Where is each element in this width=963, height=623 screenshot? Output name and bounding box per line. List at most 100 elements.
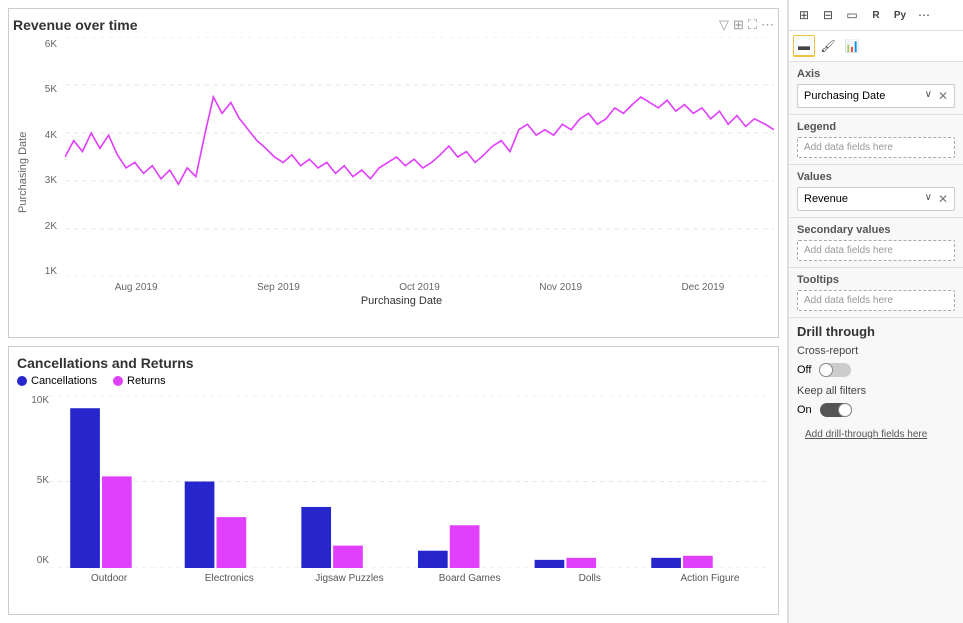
drill-through-section: Drill through Cross-report Off Keep all … bbox=[789, 318, 963, 450]
y-tick-5k: 5K bbox=[29, 84, 61, 95]
legend-section: Legend Add data fields here bbox=[789, 115, 963, 165]
values-field-label: Revenue bbox=[804, 193, 848, 205]
cross-report-state-label: Off bbox=[797, 364, 811, 376]
outdoor-returns-bar bbox=[102, 476, 132, 568]
panel-toolbar-row2: ▬ 🖌 📊 bbox=[789, 31, 963, 62]
bar-plot: Outdoor Electronics Jigsaw Puzzles Board… bbox=[49, 395, 770, 586]
y-tick-1k: 1K bbox=[29, 266, 61, 277]
keep-filters-toggle-track[interactable] bbox=[820, 403, 852, 417]
legend-title: Legend bbox=[797, 121, 955, 133]
x-tick-sep: Sep 2019 bbox=[257, 282, 300, 293]
bar-chart-title: Cancellations and Returns bbox=[17, 355, 770, 371]
tooltips-section: Tooltips Add data fields here bbox=[789, 268, 963, 318]
x-axis: Aug 2019 Sep 2019 Oct 2019 Nov 2019 Dec … bbox=[65, 282, 774, 293]
x-label-jigsaw: Jigsaw Puzzles bbox=[289, 573, 409, 584]
tooltips-title: Tooltips bbox=[797, 274, 955, 286]
analytics-icon[interactable]: 📊 bbox=[841, 35, 863, 57]
dolls-cancellations-bar bbox=[535, 560, 565, 568]
more-tools-icon[interactable]: ⋯ bbox=[913, 4, 935, 26]
y-tick-2k: 2K bbox=[29, 221, 61, 232]
secondary-values-placeholder[interactable]: Add data fields here bbox=[797, 240, 955, 261]
values-section: Values Revenue ∨ ✕ bbox=[789, 165, 963, 218]
x-tick-oct: Oct 2019 bbox=[399, 282, 440, 293]
py-icon[interactable]: Py bbox=[889, 4, 911, 26]
values-chevron-icon[interactable]: ∨ bbox=[925, 192, 932, 206]
drill-through-title: Drill through bbox=[797, 324, 955, 339]
secondary-values-section: Secondary values Add data fields here bbox=[789, 218, 963, 268]
panel-toolbar-row1: ⊞ ⊟ ▭ R Py ⋯ bbox=[789, 0, 963, 31]
tooltips-placeholder[interactable]: Add data fields here bbox=[797, 290, 955, 311]
bar-chart-icon[interactable]: ▬ bbox=[793, 35, 815, 57]
cross-report-toggle-track[interactable] bbox=[819, 363, 851, 377]
jigsaw-cancellations-bar bbox=[301, 507, 331, 568]
add-drill-fields[interactable]: Add drill-through fields here bbox=[797, 425, 955, 444]
r-icon[interactable]: R bbox=[865, 4, 887, 26]
y-tick-6k: 6K bbox=[29, 39, 61, 50]
bar-svg bbox=[49, 395, 770, 568]
expand-icon[interactable]: ⛶ bbox=[748, 17, 757, 33]
more-icon[interactable]: ⋯ bbox=[761, 17, 774, 33]
x-label-boardgames: Board Games bbox=[410, 573, 530, 584]
chart-header: Revenue over time ▽ ⊞ ⛶ ⋯ bbox=[13, 17, 774, 33]
electronics-returns-bar bbox=[217, 517, 247, 568]
revenue-chart-title: Revenue over time bbox=[13, 17, 138, 33]
axis-field-label: Purchasing Date bbox=[804, 90, 885, 102]
chart-inner: 6K 5K 4K 3K 2K 1K bbox=[29, 37, 774, 307]
boardgames-returns-bar bbox=[450, 525, 480, 568]
cancellations-label: Cancellations bbox=[31, 375, 97, 387]
bar-y-axis: 10K 5K 0K bbox=[17, 395, 49, 586]
cross-report-toggle-thumb bbox=[819, 363, 833, 377]
values-remove-icon[interactable]: ✕ bbox=[938, 192, 948, 206]
right-panel: ⊞ ⊟ ▭ R Py ⋯ ▬ 🖌 📊 Axis Purchasing Date … bbox=[788, 0, 963, 623]
returns-label: Returns bbox=[127, 375, 166, 387]
legend-placeholder[interactable]: Add data fields here bbox=[797, 137, 955, 158]
revenue-chart: Revenue over time ▽ ⊞ ⛶ ⋯ Purchasing Dat… bbox=[8, 8, 779, 338]
electronics-cancellations-bar bbox=[185, 482, 215, 569]
axis-section: Axis Purchasing Date ∨ ✕ bbox=[789, 62, 963, 115]
axis-remove-icon[interactable]: ✕ bbox=[938, 89, 948, 103]
bar-y-tick-5k: 5K bbox=[17, 475, 49, 486]
values-field-box: Revenue ∨ ✕ bbox=[797, 187, 955, 211]
bar-x-labels: Outdoor Electronics Jigsaw Puzzles Board… bbox=[49, 571, 770, 584]
boardgames-cancellations-bar bbox=[418, 551, 448, 568]
paint-icon[interactable]: 🖌 bbox=[817, 35, 839, 57]
returns-dot bbox=[113, 376, 123, 386]
main-content: Revenue over time ▽ ⊞ ⛶ ⋯ Purchasing Dat… bbox=[0, 0, 788, 623]
bar-y-tick-0k: 0K bbox=[17, 555, 49, 566]
keep-filters-label: Keep all filters bbox=[797, 385, 866, 397]
y-axis-ticks: 6K 5K 4K 3K 2K 1K bbox=[29, 37, 61, 277]
matrix-icon[interactable]: ⊟ bbox=[817, 4, 839, 26]
dolls-returns-bar bbox=[566, 558, 596, 568]
focus-icon[interactable]: ⊞ bbox=[733, 17, 744, 33]
card-icon[interactable]: ▭ bbox=[841, 4, 863, 26]
cancellations-dot bbox=[17, 376, 27, 386]
legend-cancellations: Cancellations bbox=[17, 375, 97, 387]
table-icon[interactable]: ⊞ bbox=[793, 4, 815, 26]
secondary-values-title: Secondary values bbox=[797, 224, 955, 236]
keep-filters-toggle-thumb bbox=[838, 403, 852, 417]
actionfigure-returns-bar bbox=[683, 556, 713, 568]
jigsaw-returns-bar bbox=[333, 546, 363, 568]
outdoor-cancellations-bar bbox=[70, 408, 100, 568]
bar-y-tick-10k: 10K bbox=[17, 395, 49, 406]
y-tick-3k: 3K bbox=[29, 175, 61, 186]
y-axis-label: Purchasing Date bbox=[13, 37, 29, 307]
x-tick-aug: Aug 2019 bbox=[115, 282, 158, 293]
keep-filters-toggle[interactable]: On bbox=[797, 403, 955, 417]
revenue-svg bbox=[65, 37, 774, 277]
keep-filters-row: Keep all filters bbox=[797, 385, 955, 397]
axis-field-box: Purchasing Date ∨ ✕ bbox=[797, 84, 955, 108]
x-label-electronics: Electronics bbox=[169, 573, 289, 584]
filter-icon[interactable]: ▽ bbox=[719, 17, 729, 33]
axis-chevron-icon[interactable]: ∨ bbox=[925, 89, 932, 103]
values-title: Values bbox=[797, 171, 955, 183]
actionfigure-cancellations-bar bbox=[651, 558, 681, 568]
x-tick-nov: Nov 2019 bbox=[539, 282, 582, 293]
y-tick-4k: 4K bbox=[29, 130, 61, 141]
x-label-outdoor: Outdoor bbox=[49, 573, 169, 584]
legend-returns: Returns bbox=[113, 375, 166, 387]
cross-report-label: Cross-report bbox=[797, 345, 858, 357]
x-label-dolls: Dolls bbox=[530, 573, 650, 584]
x-label-actionfigure: Action Figure bbox=[650, 573, 770, 584]
cross-report-toggle[interactable]: Off bbox=[797, 363, 955, 377]
